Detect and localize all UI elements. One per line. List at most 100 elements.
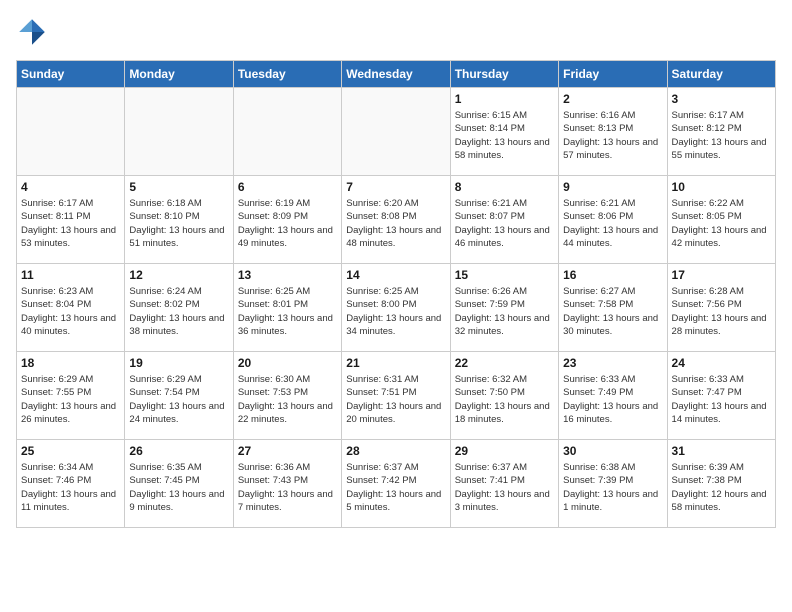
- day-number: 27: [238, 444, 337, 458]
- calendar-table: SundayMondayTuesdayWednesdayThursdayFrid…: [16, 60, 776, 528]
- day-info: Sunrise: 6:16 AMSunset: 8:13 PMDaylight:…: [563, 109, 662, 162]
- calendar-week-row: 11Sunrise: 6:23 AMSunset: 8:04 PMDayligh…: [17, 264, 776, 352]
- calendar-cell: 23 Sunrise: 6:33 AMSunset: 7:49 PMDayligh…: [559, 352, 667, 440]
- day-info: Sunrise: 6:22 AMSunset: 8:05 PMDaylight:…: [672, 197, 771, 250]
- day-number: 1: [455, 92, 554, 106]
- day-number: 16: [563, 268, 662, 282]
- calendar-week-row: 1 Sunrise: 6:15 AMSunset: 8:14 PMDaylight…: [17, 88, 776, 176]
- page-header: [16, 16, 776, 48]
- calendar-cell: 22 Sunrise: 6:32 AMSunset: 7:50 PMDayligh…: [450, 352, 558, 440]
- day-number: 25: [21, 444, 120, 458]
- calendar-cell: 12 Sunrise: 6:24 AMSunset: 8:02 PMDayligh…: [125, 264, 233, 352]
- day-info: Sunrise: 6:32 AMSunset: 7:50 PMDaylight:…: [455, 373, 554, 426]
- calendar-cell: 18 Sunrise: 6:29 AMSunset: 7:55 PMDayligh…: [17, 352, 125, 440]
- day-number: 23: [563, 356, 662, 370]
- calendar-cell: 25 Sunrise: 6:34 AMSunset: 7:46 PMDayligh…: [17, 440, 125, 528]
- day-info: Sunrise: 6:24 AMSunset: 8:02 PMDaylight:…: [129, 285, 228, 338]
- calendar-cell: 14 Sunrise: 6:25 AMSunset: 8:00 PMDayligh…: [342, 264, 450, 352]
- day-number: 6: [238, 180, 337, 194]
- calendar-cell: 21Sunrise: 6:31 AMSunset: 7:51 PMDayligh…: [342, 352, 450, 440]
- day-info: Sunrise: 6:35 AMSunset: 7:45 PMDaylight:…: [129, 461, 228, 514]
- day-number: 8: [455, 180, 554, 194]
- calendar-cell: 8Sunrise: 6:21 AMSunset: 8:07 PMDaylight…: [450, 176, 558, 264]
- calendar-cell: 17 Sunrise: 6:28 AMSunset: 7:56 PMDayligh…: [667, 264, 775, 352]
- calendar-week-row: 18 Sunrise: 6:29 AMSunset: 7:55 PMDayligh…: [17, 352, 776, 440]
- day-info: Sunrise: 6:20 AMSunset: 8:08 PMDaylight:…: [346, 197, 445, 250]
- weekday-header: Monday: [125, 61, 233, 88]
- day-number: 22: [455, 356, 554, 370]
- calendar-cell: 28 Sunrise: 6:37 AMSunset: 7:42 PMDayligh…: [342, 440, 450, 528]
- day-info: Sunrise: 6:15 AMSunset: 8:14 PMDaylight:…: [455, 109, 554, 162]
- day-number: 10: [672, 180, 771, 194]
- day-info: Sunrise: 6:23 AMSunset: 8:04 PMDaylight:…: [21, 285, 120, 338]
- calendar-week-row: 25 Sunrise: 6:34 AMSunset: 7:46 PMDayligh…: [17, 440, 776, 528]
- day-number: 29: [455, 444, 554, 458]
- day-info: Sunrise: 6:33 AMSunset: 7:47 PMDaylight:…: [672, 373, 771, 426]
- calendar-cell: [17, 88, 125, 176]
- day-number: 18: [21, 356, 120, 370]
- day-info: Sunrise: 6:26 AMSunset: 7:59 PMDaylight:…: [455, 285, 554, 338]
- calendar-cell: 3 Sunrise: 6:17 AMSunset: 8:12 PMDaylight…: [667, 88, 775, 176]
- day-info: Sunrise: 6:29 AMSunset: 7:55 PMDaylight:…: [21, 373, 120, 426]
- day-info: Sunrise: 6:34 AMSunset: 7:46 PMDaylight:…: [21, 461, 120, 514]
- day-info: Sunrise: 6:25 AMSunset: 8:00 PMDaylight:…: [346, 285, 445, 338]
- day-number: 31: [672, 444, 771, 458]
- day-number: 17: [672, 268, 771, 282]
- logo-icon: [16, 16, 48, 48]
- day-number: 19: [129, 356, 228, 370]
- calendar-cell: 5 Sunrise: 6:18 AMSunset: 8:10 PMDaylight…: [125, 176, 233, 264]
- day-number: 13: [238, 268, 337, 282]
- day-number: 26: [129, 444, 228, 458]
- calendar-cell: 10 Sunrise: 6:22 AMSunset: 8:05 PMDayligh…: [667, 176, 775, 264]
- calendar-header-row: SundayMondayTuesdayWednesdayThursdayFrid…: [17, 61, 776, 88]
- weekday-header: Thursday: [450, 61, 558, 88]
- calendar-cell: 2 Sunrise: 6:16 AMSunset: 8:13 PMDaylight…: [559, 88, 667, 176]
- day-number: 14: [346, 268, 445, 282]
- day-info: Sunrise: 6:28 AMSunset: 7:56 PMDaylight:…: [672, 285, 771, 338]
- day-number: 2: [563, 92, 662, 106]
- weekday-header: Friday: [559, 61, 667, 88]
- calendar-cell: 24Sunrise: 6:33 AMSunset: 7:47 PMDayligh…: [667, 352, 775, 440]
- calendar-cell: 31 Sunrise: 6:39 AMSunset: 7:38 PMDayligh…: [667, 440, 775, 528]
- day-info: Sunrise: 6:17 AMSunset: 8:11 PMDaylight:…: [21, 197, 120, 250]
- day-number: 5: [129, 180, 228, 194]
- calendar-cell: 1 Sunrise: 6:15 AMSunset: 8:14 PMDaylight…: [450, 88, 558, 176]
- weekday-header: Sunday: [17, 61, 125, 88]
- day-info: Sunrise: 6:36 AMSunset: 7:43 PMDaylight:…: [238, 461, 337, 514]
- day-info: Sunrise: 6:38 AMSunset: 7:39 PMDaylight:…: [563, 461, 662, 514]
- day-info: Sunrise: 6:29 AMSunset: 7:54 PMDaylight:…: [129, 373, 228, 426]
- day-info: Sunrise: 6:27 AMSunset: 7:58 PMDaylight:…: [563, 285, 662, 338]
- calendar-cell: 11Sunrise: 6:23 AMSunset: 8:04 PMDayligh…: [17, 264, 125, 352]
- calendar-cell: 13 Sunrise: 6:25 AMSunset: 8:01 PMDayligh…: [233, 264, 341, 352]
- day-info: Sunrise: 6:17 AMSunset: 8:12 PMDaylight:…: [672, 109, 771, 162]
- day-number: 12: [129, 268, 228, 282]
- day-info: Sunrise: 6:19 AMSunset: 8:09 PMDaylight:…: [238, 197, 337, 250]
- calendar-cell: 9 Sunrise: 6:21 AMSunset: 8:06 PMDaylight…: [559, 176, 667, 264]
- calendar-cell: 30Sunrise: 6:38 AMSunset: 7:39 PMDayligh…: [559, 440, 667, 528]
- weekday-header: Wednesday: [342, 61, 450, 88]
- calendar-cell: 4Sunrise: 6:17 AMSunset: 8:11 PMDaylight…: [17, 176, 125, 264]
- day-info: Sunrise: 6:31 AMSunset: 7:51 PMDaylight:…: [346, 373, 445, 426]
- calendar-cell: 19 Sunrise: 6:29 AMSunset: 7:54 PMDayligh…: [125, 352, 233, 440]
- calendar-cell: [233, 88, 341, 176]
- calendar-cell: 15 Sunrise: 6:26 AMSunset: 7:59 PMDayligh…: [450, 264, 558, 352]
- day-info: Sunrise: 6:37 AMSunset: 7:42 PMDaylight:…: [346, 461, 445, 514]
- day-info: Sunrise: 6:33 AMSunset: 7:49 PMDaylight:…: [563, 373, 662, 426]
- day-number: 9: [563, 180, 662, 194]
- day-number: 28: [346, 444, 445, 458]
- calendar-cell: [342, 88, 450, 176]
- day-info: Sunrise: 6:39 AMSunset: 7:38 PMDaylight:…: [672, 461, 771, 514]
- calendar-week-row: 4Sunrise: 6:17 AMSunset: 8:11 PMDaylight…: [17, 176, 776, 264]
- day-info: Sunrise: 6:18 AMSunset: 8:10 PMDaylight:…: [129, 197, 228, 250]
- weekday-header: Saturday: [667, 61, 775, 88]
- day-info: Sunrise: 6:21 AMSunset: 8:06 PMDaylight:…: [563, 197, 662, 250]
- day-number: 15: [455, 268, 554, 282]
- calendar-cell: 29Sunrise: 6:37 AMSunset: 7:41 PMDayligh…: [450, 440, 558, 528]
- calendar-cell: 6 Sunrise: 6:19 AMSunset: 8:09 PMDaylight…: [233, 176, 341, 264]
- calendar-cell: 27 Sunrise: 6:36 AMSunset: 7:43 PMDayligh…: [233, 440, 341, 528]
- calendar-cell: 16 Sunrise: 6:27 AMSunset: 7:58 PMDayligh…: [559, 264, 667, 352]
- weekday-header: Tuesday: [233, 61, 341, 88]
- day-number: 3: [672, 92, 771, 106]
- day-info: Sunrise: 6:30 AMSunset: 7:53 PMDaylight:…: [238, 373, 337, 426]
- day-info: Sunrise: 6:25 AMSunset: 8:01 PMDaylight:…: [238, 285, 337, 338]
